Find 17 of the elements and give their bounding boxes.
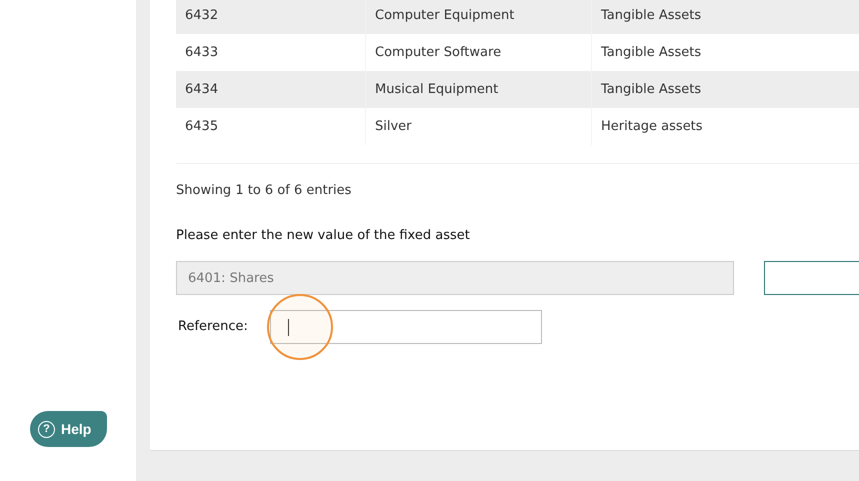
table-cell: 6432: [176, 0, 366, 34]
table-cell: 6435: [176, 108, 366, 145]
table-cell: Computer Equipment: [366, 0, 592, 34]
table-cell-text: Tangible Assets: [600, 6, 702, 25]
table-cell-text: Tangible Assets: [600, 44, 702, 62]
table-cell-text: Tangible Assets: [600, 80, 702, 99]
help-icon: ?: [38, 420, 55, 438]
reference-label: Reference:: [177, 318, 249, 336]
table-info: Showing 1 to 6 of 6 entries: [176, 182, 352, 200]
table-cell: Silver: [366, 108, 592, 145]
table-cell: 6434: [176, 71, 366, 108]
form-heading: Please enter the new value of the fixed asset: [176, 226, 471, 244]
reference-field[interactable]: [270, 310, 542, 344]
table-cell: Musical Equipment: [366, 71, 592, 108]
table-cell-text: Heritage assets: [600, 118, 704, 136]
help-button[interactable]: ? Help: [30, 411, 107, 447]
value-field[interactable]: [764, 261, 859, 295]
